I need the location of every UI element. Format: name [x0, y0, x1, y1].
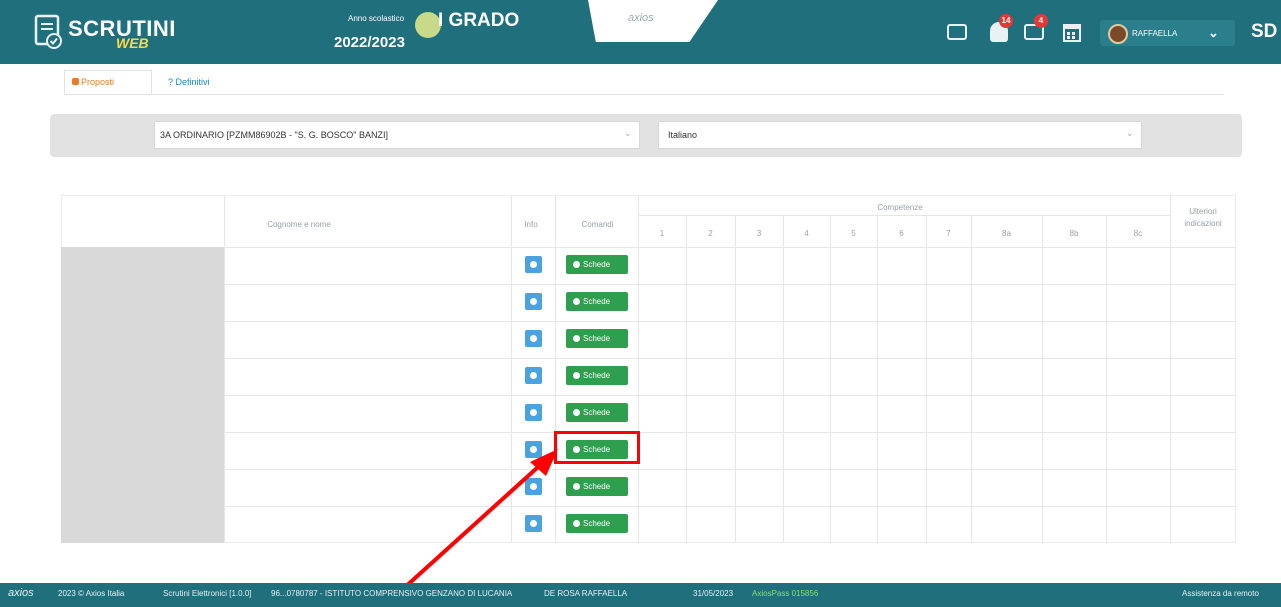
chevron-down-icon[interactable]: ⌄	[1208, 25, 1219, 41]
messages-badge: 4	[1034, 14, 1048, 28]
info-button[interactable]	[525, 330, 542, 347]
calendar-icon[interactable]	[1063, 22, 1081, 42]
column-divider	[877, 215, 878, 543]
row-divider	[224, 358, 1236, 359]
column-divider	[1106, 215, 1107, 543]
schede-button[interactable]: Schede	[566, 255, 628, 274]
col-competenza: 1	[659, 229, 665, 238]
row-divider	[224, 321, 1236, 322]
subject-select-value: Italiano	[668, 130, 698, 140]
user-initials[interactable]: SD	[1251, 21, 1277, 43]
header-divider	[638, 215, 1171, 216]
column-divider	[511, 195, 512, 543]
col-competenza: 3	[756, 229, 762, 238]
tab-divider	[64, 94, 1224, 95]
column-divider	[638, 195, 639, 543]
scrutini-logo-icon	[34, 14, 62, 49]
row-divider	[224, 284, 1236, 285]
column-divider	[686, 215, 687, 543]
column-divider	[224, 195, 225, 543]
avatar	[1108, 24, 1128, 44]
class-select-value: 3A ORDINARIO [PZMM86902B - "S. G. BOSCO"…	[160, 130, 388, 140]
column-divider	[971, 215, 972, 543]
highlight-box	[554, 431, 640, 464]
row-divider	[224, 395, 1236, 396]
column-divider	[1170, 195, 1171, 543]
grado-label: I GRADO	[438, 10, 520, 31]
column-divider	[783, 215, 784, 543]
tab-proposti-label[interactable]: Proposti	[81, 77, 114, 87]
column-divider	[555, 195, 556, 543]
col-cognome-nome: Cognome e nome	[267, 220, 331, 229]
schede-button[interactable]: Schede	[566, 366, 628, 385]
col-competenza: 8c	[1133, 229, 1143, 238]
schede-button[interactable]: Schede	[566, 292, 628, 311]
schede-button[interactable]: Schede	[566, 514, 628, 533]
row-divider	[224, 469, 1236, 470]
col-competenza: 7	[946, 229, 951, 238]
schede-button[interactable]: Schede	[566, 477, 628, 496]
info-button[interactable]	[525, 367, 542, 384]
column-divider	[830, 215, 831, 543]
col-competenze: Competenze	[877, 203, 923, 212]
tab-definitivi[interactable]: ? Definitivi	[168, 77, 210, 87]
footer-app-version: Scrutini Elettronici [1.0.0]	[163, 589, 252, 598]
col-comandi: Comandi	[581, 220, 614, 229]
redacted-names	[61, 247, 224, 543]
col-ulteriori: Ulteriori indicazioni	[1184, 207, 1222, 228]
column-divider	[926, 215, 927, 543]
column-divider	[735, 215, 736, 543]
row-divider	[224, 432, 1236, 433]
info-button[interactable]	[525, 478, 542, 495]
footer-axiospass[interactable]: AxiosPass 015856	[752, 589, 818, 598]
schede-button[interactable]: Schede	[566, 403, 628, 422]
column-divider	[1042, 215, 1043, 543]
year-label: Anno scolastico	[348, 14, 405, 23]
footer-date: 31/05/2023	[693, 589, 734, 598]
info-button[interactable]	[525, 515, 542, 532]
footer-brand: axios	[8, 587, 34, 599]
row-divider	[224, 506, 1236, 507]
footer-assistance[interactable]: Assistenza da remoto	[1182, 589, 1259, 598]
col-competenza: 5	[851, 229, 856, 238]
image-icon[interactable]	[947, 24, 967, 40]
info-button[interactable]	[525, 256, 542, 273]
user-name: RAFFAELLA	[1132, 29, 1178, 38]
schede-button[interactable]: Schede	[566, 329, 628, 348]
chevron-down-icon[interactable]: ⌄	[624, 128, 632, 139]
col-info: Info	[524, 220, 538, 229]
col-competenza: 4	[804, 229, 809, 238]
header-bottom-line	[61, 247, 1236, 248]
col-competenza: 6	[899, 229, 904, 238]
chevron-down-icon[interactable]: ⌄	[1126, 128, 1134, 139]
subject-select[interactable]	[658, 121, 1142, 149]
footer-user: DE ROSA RAFFAELLA	[544, 589, 628, 598]
info-button[interactable]	[525, 404, 542, 421]
col-competenza: 8a	[1002, 229, 1011, 238]
col-competenza: 8b	[1069, 229, 1079, 238]
brand-logo: axios	[628, 12, 654, 24]
alerts-badge: 14	[999, 14, 1013, 28]
proposti-icon	[72, 78, 79, 85]
app-subtitle: WEB	[116, 35, 149, 51]
info-button[interactable]	[525, 293, 542, 310]
info-button[interactable]	[525, 441, 542, 458]
school-year: 2022/2023	[334, 34, 405, 51]
col-competenza: 2	[708, 229, 713, 238]
footer-copyright: 2023 © Axios Italia	[58, 589, 125, 598]
footer-school: 96...0780787 - ISTITUTO COMPRENSIVO GENZ…	[271, 589, 513, 598]
